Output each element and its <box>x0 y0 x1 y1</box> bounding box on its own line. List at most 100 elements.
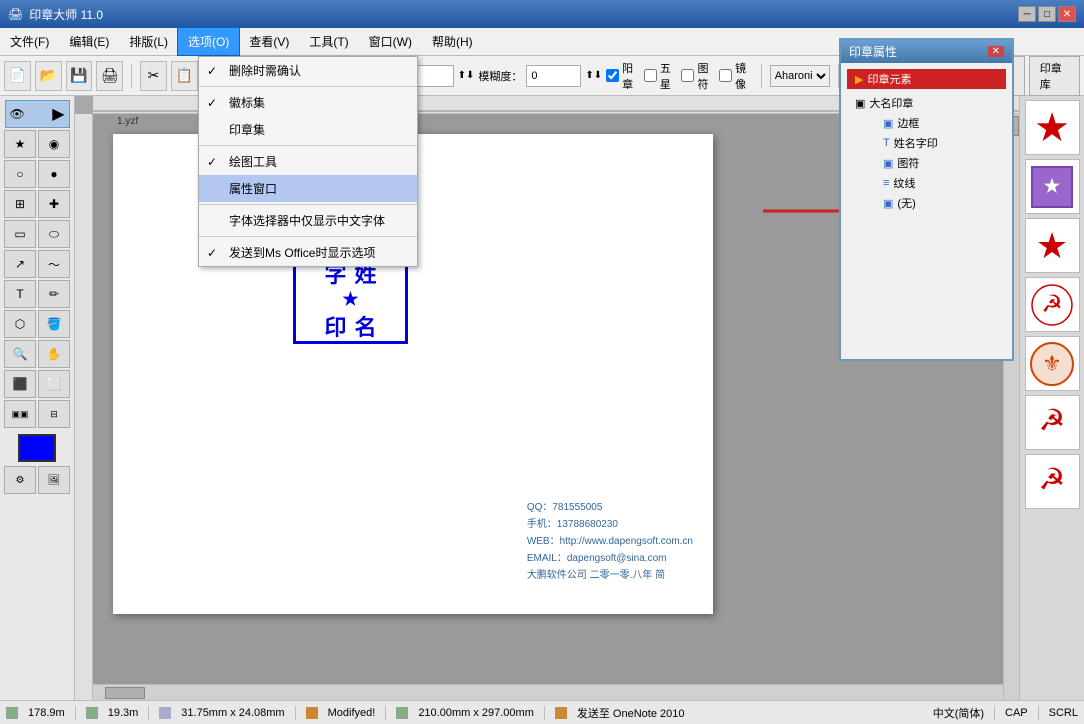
menu-help[interactable]: 帮助(H) <box>422 28 483 55</box>
sep-toolbar-4 <box>761 64 762 88</box>
stamp-thumb-hammer1[interactable]: ☭ <box>1025 277 1080 332</box>
maximize-button[interactable]: □ <box>1038 6 1056 22</box>
stamp-dialog-close[interactable]: ✕ <box>988 46 1004 57</box>
tree-none-icon: ▣ <box>883 197 893 210</box>
tool-pen[interactable]: ✏ <box>38 280 70 308</box>
dropdown-stamp-set[interactable]: ✓ 印章集 <box>199 116 417 143</box>
toolbar-copy[interactable]: 📋 <box>171 61 198 91</box>
tool-eye[interactable]: 👁 ▶ <box>5 100 70 128</box>
blur-spinner[interactable]: ⬆⬇ <box>585 70 602 81</box>
menu-edit[interactable]: 编辑(E) <box>59 28 119 55</box>
stamp-thumb-star-circle[interactable]: ★ 人 <box>1025 218 1080 273</box>
tool-ellipse[interactable]: ⬭ <box>38 220 70 248</box>
menu-view[interactable]: 查看(V) <box>239 28 299 55</box>
tool-ring[interactable]: ○ <box>4 160 36 188</box>
tool-wand[interactable]: ⬜ <box>38 370 70 398</box>
status-pos2: 19.3m <box>108 707 139 719</box>
mirror-checkbox[interactable]: 镜像 <box>719 60 753 92</box>
sep-status-3 <box>295 706 296 720</box>
tool-row-6: ↗ 〜 <box>4 250 70 278</box>
menu-window[interactable]: 窗口(W) <box>359 28 422 55</box>
hammer-sickle-icon-1: ☭ <box>1030 283 1074 327</box>
tool-text[interactable]: T <box>4 280 36 308</box>
tool-stamp1[interactable]: ▣▣ <box>4 400 36 428</box>
menu-options[interactable]: 选项(O) <box>178 28 239 55</box>
dropdown-send-office[interactable]: ✓ 发送到Ms Office时显示选项 <box>199 239 417 266</box>
color-picker[interactable] <box>18 434 56 462</box>
minimize-button[interactable]: ─ <box>1018 6 1036 22</box>
toolbar-cut[interactable]: ✂ <box>140 61 167 91</box>
rotation-spinner[interactable]: ⬆⬇ <box>458 70 475 81</box>
tool-stamp2[interactable]: ⊟ <box>38 400 70 428</box>
dropdown-font-chinese[interactable]: ✓ 字体选择器中仅显示中文字体 <box>199 207 417 234</box>
status-caps: CAP <box>1005 707 1028 719</box>
status-size: 31.75mm x 24.08mm <box>181 707 284 719</box>
stamp-thumb-hammer2[interactable]: ☭ <box>1025 395 1080 450</box>
status-icon-svg-2 <box>86 707 98 719</box>
dropdown-prop-window[interactable]: ✓ 属性窗口 <box>199 175 417 202</box>
dropdown-badge-set[interactable]: ✓ 徽标集 <box>199 89 417 116</box>
check-badge-set: ✓ <box>207 96 217 110</box>
tool-rect[interactable]: ▭ <box>4 220 36 248</box>
tool-grid[interactable]: ⊞ <box>4 190 36 218</box>
tool-row-10: ⬛ ⬜ <box>4 370 70 398</box>
tool-poly[interactable]: ⬡ <box>4 310 36 338</box>
menu-file[interactable]: 文件(F) <box>0 28 59 55</box>
tree-lines-icon: ≡ <box>883 177 889 189</box>
toolbar-save[interactable]: 💾 <box>66 61 93 91</box>
toolbar-new[interactable]: 📄 <box>4 61 31 91</box>
svg-text:☭: ☭ <box>1039 463 1066 496</box>
tool-magic[interactable]: ⬛ <box>4 370 36 398</box>
blur-input[interactable] <box>526 65 581 87</box>
dropdown-delete-confirm[interactable]: ✓ 删除时需确认 <box>199 57 417 84</box>
tool-extra2[interactable]: 🖼 <box>38 466 70 494</box>
tree-nameprint-label: 姓名字印 <box>894 135 938 151</box>
fivestar-checkbox[interactable]: 五星 <box>644 60 678 92</box>
tree-item-border[interactable]: ▣ 边框 <box>847 113 1006 133</box>
toolbar-open[interactable]: 📂 <box>35 61 62 91</box>
tree-item-lines[interactable]: ≡ 纹线 <box>847 173 1006 193</box>
tree-item-nameprint[interactable]: T 姓名字印 <box>847 133 1006 153</box>
symbol-checkbox[interactable]: 图符 <box>681 60 715 92</box>
tool-fill[interactable]: 🪣 <box>38 310 70 338</box>
close-button[interactable]: ✕ <box>1058 6 1076 22</box>
dropdown-draw-tools[interactable]: ✓ 绘图工具 <box>199 148 417 175</box>
font-select[interactable]: Aharoni <box>770 65 830 87</box>
tool-arrow[interactable]: ↗ <box>4 250 36 278</box>
stamp-thumb-redstar[interactable]: ★ <box>1025 100 1080 155</box>
tree-root[interactable]: ▣ 大名印章 <box>847 93 1006 113</box>
menu-typeset[interactable]: 排版(L) <box>119 28 178 55</box>
tool-curve[interactable]: 〜 <box>38 250 70 278</box>
tool-circle[interactable]: ◉ <box>38 130 70 158</box>
tool-star[interactable]: ★ <box>4 130 36 158</box>
status-icon-5 <box>396 707 408 719</box>
toolbar-print[interactable]: 🖨 <box>96 61 123 91</box>
stamp-thumb-national[interactable]: ⚜ <box>1025 336 1080 391</box>
symbol-label: 图符 <box>697 60 715 92</box>
tool-dot[interactable]: ● <box>38 160 70 188</box>
tree-item-none[interactable]: ▣ (无) <box>847 193 1006 213</box>
stamp-thumb-purple[interactable]: ★ <box>1025 159 1080 214</box>
tool-extra1[interactable]: ⚙ <box>4 466 36 494</box>
tree-border-label: 边框 <box>897 115 919 131</box>
menu-tools[interactable]: 工具(T) <box>299 28 358 55</box>
fivestar-check[interactable] <box>644 69 657 82</box>
mirror-check[interactable] <box>719 69 732 82</box>
tree-nameprint-icon: T <box>883 137 890 149</box>
stamp-library-btn[interactable]: 印章库 <box>1029 56 1080 96</box>
tree-item-symbol[interactable]: ▣ 图符 <box>847 153 1006 173</box>
status-icon-1 <box>6 707 18 719</box>
stamp-dialog-title: 印章属性 ✕ <box>841 40 1012 63</box>
relief-check[interactable] <box>606 69 619 82</box>
stamp-dialog-title-text: 印章属性 <box>849 43 897 60</box>
tool-hand[interactable]: ✋ <box>38 340 70 368</box>
arrow-icon: ▶ <box>52 104 64 124</box>
tool-zoom[interactable]: 🔍 <box>4 340 36 368</box>
scrollbar-horizontal[interactable] <box>93 684 1003 700</box>
relief-checkbox[interactable]: 阳章 <box>606 60 640 92</box>
stamp-preview[interactable]: 字 姓 ★ 印 名 <box>293 254 408 344</box>
stamp-thumb-hammer3[interactable]: ☭ <box>1025 454 1080 509</box>
symbol-check[interactable] <box>681 69 694 82</box>
stamp-dialog: 印章属性 ✕ ▶ 印章元素 ▣ 大名印章 ▣ 边框 T 姓名字印 ▣ <box>839 38 1014 361</box>
tool-cross[interactable]: ✚ <box>38 190 70 218</box>
